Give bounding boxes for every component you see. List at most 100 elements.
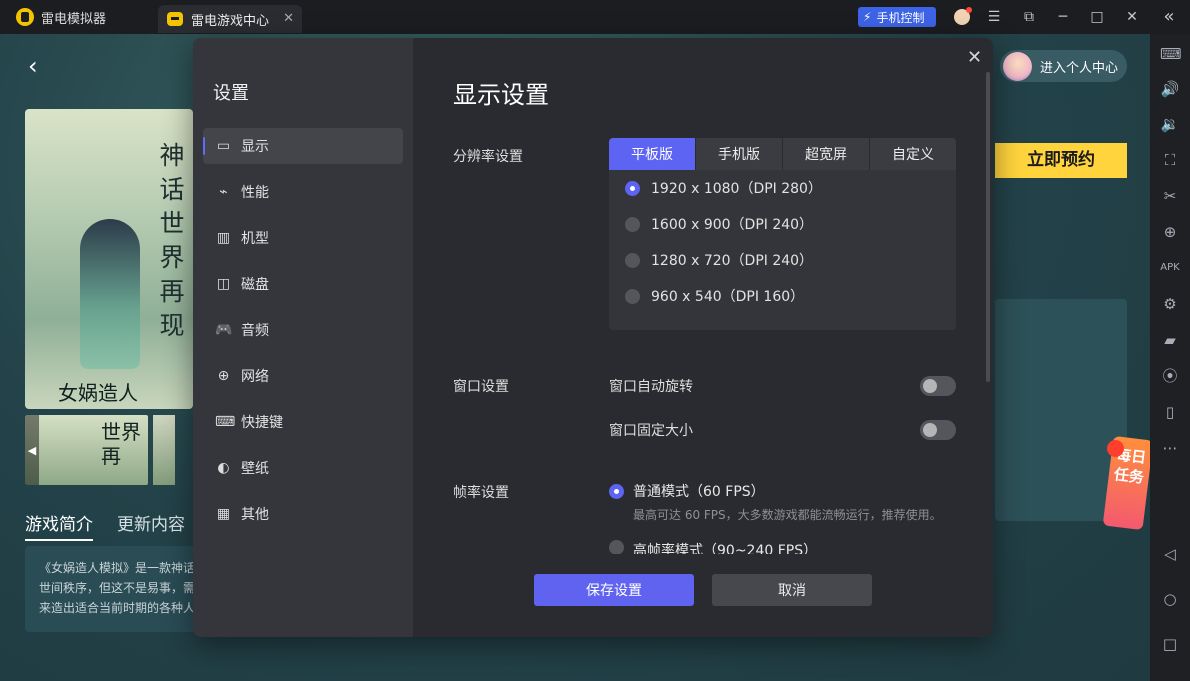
settings-gear-icon[interactable]: ⚙ (1160, 294, 1180, 314)
network-icon: ⊕ (217, 367, 230, 384)
emulator-toolbar: ⌨ 🔊 🔉 ⛶ ✂ ⊕ APK ⚙ ▰ ⦿ ▯ ⋯ ◁ ○ □ (1150, 34, 1190, 681)
maximize-icon[interactable]: □ (1088, 8, 1106, 26)
menu-item-device[interactable]: ▥ 机型 (203, 220, 403, 256)
menu-item-other[interactable]: ▦ 其他 (203, 496, 403, 532)
menu-item-wallpaper[interactable]: ◐ 壁纸 (203, 450, 403, 486)
resolution-option[interactable]: 1920 x 1080（DPI 280） (609, 170, 956, 206)
volume-down-icon[interactable]: 🔉 (1160, 114, 1180, 134)
scissors-icon[interactable]: ✂ (1160, 186, 1180, 206)
resolution-text: 960 x 540（DPI 160） (651, 289, 805, 305)
radio-selected (625, 180, 640, 196)
save-settings-button[interactable]: 保存设置 (534, 574, 694, 606)
device-icon: ▥ (216, 229, 231, 246)
menu-item-label: 其他 (241, 507, 269, 523)
collapse-sidebar-icon[interactable]: « (1160, 8, 1178, 26)
description-tabs: 游戏简介 更新内容 (25, 510, 185, 541)
resolution-option[interactable]: 1280 x 720（DPI 240） (609, 242, 956, 278)
keyboard-icon: ⌨ (215, 413, 236, 430)
menu-item-label: 性能 (241, 185, 269, 201)
display-icon: ▭ (216, 137, 231, 154)
menu-item-performance[interactable]: ⌁ 性能 (203, 174, 403, 210)
content-scrollbar[interactable] (986, 72, 990, 382)
menu-item-hotkeys[interactable]: ⌨ 快捷键 (203, 404, 403, 440)
phone-control-button[interactable]: ⚡ 手机控制 (858, 7, 936, 27)
personal-center-button[interactable]: 进入个人中心 (1000, 50, 1127, 82)
menu-item-label: 快捷键 (241, 415, 283, 431)
apk-install-icon[interactable]: APK (1160, 258, 1180, 278)
resolution-label: 分辨率设置 (453, 149, 523, 165)
wallpaper-icon: ◐ (217, 459, 230, 476)
fps-settings-label: 帧率设置 (453, 485, 509, 501)
other-icon: ▦ (216, 505, 231, 522)
window-settings-label: 窗口设置 (453, 379, 509, 395)
menu-item-audio[interactable]: 🎮 音频 (203, 312, 403, 348)
minimize-icon[interactable]: ─ (1054, 8, 1072, 26)
app-brand: 雷电模拟器 (16, 8, 106, 27)
settings-menu: ▭ 显示 ⌁ 性能 ▥ 机型 ◫ 磁盘 🎮 音频 ⊕ 网络 ⌨ 快捷键 ◐ 壁纸… (203, 128, 403, 542)
menu-item-disk[interactable]: ◫ 磁盘 (203, 266, 403, 302)
cancel-button[interactable]: 取消 (712, 574, 872, 606)
location-icon[interactable]: ⦿ (1160, 366, 1180, 386)
resolution-text: 1600 x 900（DPI 240） (651, 217, 814, 233)
auto-rotate-toggle[interactable] (920, 376, 956, 396)
android-recent-icon[interactable]: □ (1160, 634, 1180, 654)
restore-window-icon[interactable]: ⧉ (1020, 8, 1038, 26)
thumb-poem: 世界再 (101, 420, 141, 468)
multi-instance-icon[interactable]: ⊕ (1160, 222, 1180, 242)
shake-icon[interactable]: ▯ (1160, 402, 1180, 422)
reserve-button[interactable]: 立即预约 (995, 143, 1127, 178)
fps-high-option[interactable]: 高帧率模式（90~240 FPS） (609, 540, 817, 554)
folder-icon[interactable]: ▰ (1160, 330, 1180, 350)
app-logo-icon (16, 8, 34, 26)
goddess-figure (80, 219, 140, 369)
menu-item-label: 壁纸 (241, 461, 269, 477)
volume-up-icon[interactable]: 🔊 (1160, 79, 1180, 99)
notification-dot (1107, 440, 1124, 457)
resolution-text: 1920 x 1080（DPI 280） (651, 181, 822, 197)
mode-tablet[interactable]: 平板版 (609, 138, 696, 170)
screenshot-thumb[interactable] (153, 415, 175, 485)
more-icon[interactable]: ⋯ (1160, 438, 1180, 458)
screenshot-thumb[interactable]: 世界再 (25, 415, 148, 485)
lightning-icon: ⚡ (863, 10, 872, 24)
android-back-icon[interactable]: ◁ (1160, 544, 1180, 564)
menu-item-label: 机型 (241, 231, 269, 247)
resolution-panel: 平板版 手机版 超宽屏 自定义 1920 x 1080（DPI 280） 160… (609, 138, 956, 330)
gamepad-icon (167, 12, 183, 26)
radio-unselected (625, 252, 640, 268)
game-description: 《女娲造人模拟》是一款神话题 世间秩序，但这不是易事，需要 来造出适合当前时期的… (25, 546, 197, 632)
close-window-icon[interactable]: ✕ (1123, 8, 1141, 26)
title-bar: 雷电模拟器 雷电游戏中心 ✕ ⚡ 手机控制 ☰ ⧉ ─ □ ✕ « (0, 0, 1190, 34)
resolution-option[interactable]: 960 x 540（DPI 160） (609, 278, 956, 314)
settings-dialog: 设置 ▭ 显示 ⌁ 性能 ▥ 机型 ◫ 磁盘 🎮 音频 ⊕ 网络 ⌨ 快捷键 ◐… (193, 38, 993, 637)
tab-update-content[interactable]: 更新内容 (117, 510, 185, 541)
user-avatar[interactable] (954, 7, 972, 25)
menu-item-label: 磁盘 (241, 277, 269, 293)
menu-icon[interactable]: ☰ (985, 8, 1003, 26)
close-tab-icon[interactable]: ✕ (283, 11, 294, 26)
disk-icon: ◫ (216, 275, 231, 292)
radio-unselected (625, 216, 640, 232)
mode-phone[interactable]: 手机版 (696, 138, 783, 170)
mode-custom[interactable]: 自定义 (870, 138, 956, 170)
menu-item-display[interactable]: ▭ 显示 (203, 128, 403, 164)
keyboard-map-icon[interactable]: ⌨ (1160, 44, 1182, 64)
menu-item-label: 显示 (241, 139, 269, 155)
menu-item-network[interactable]: ⊕ 网络 (203, 358, 403, 394)
back-arrow-icon[interactable]: ‹ (28, 52, 38, 80)
fps-normal-option[interactable]: 普通模式（60 FPS） (609, 481, 765, 501)
display-settings-title: 显示设置 (453, 81, 549, 109)
android-home-icon[interactable]: ○ (1160, 589, 1180, 609)
resolution-mode-tabs: 平板版 手机版 超宽屏 自定义 (609, 138, 956, 170)
mode-ultrawide[interactable]: 超宽屏 (783, 138, 870, 170)
tab-game-intro[interactable]: 游戏简介 (25, 510, 93, 541)
resolution-option[interactable]: 1600 x 900（DPI 240） (609, 206, 956, 242)
fps-high-text: 高帧率模式（90~240 FPS） (633, 543, 818, 554)
fullscreen-icon[interactable]: ⛶ (1160, 150, 1180, 170)
close-dialog-icon[interactable]: ✕ (967, 47, 982, 68)
tab-game-center[interactable]: 雷电游戏中心 ✕ (158, 5, 302, 33)
tab-label: 雷电游戏中心 (191, 13, 270, 29)
thumb-prev-icon[interactable]: ◀ (25, 415, 39, 485)
fixed-size-toggle[interactable] (920, 420, 956, 440)
game-cover-image: 神话世界再现 女娲造人 (25, 109, 193, 409)
